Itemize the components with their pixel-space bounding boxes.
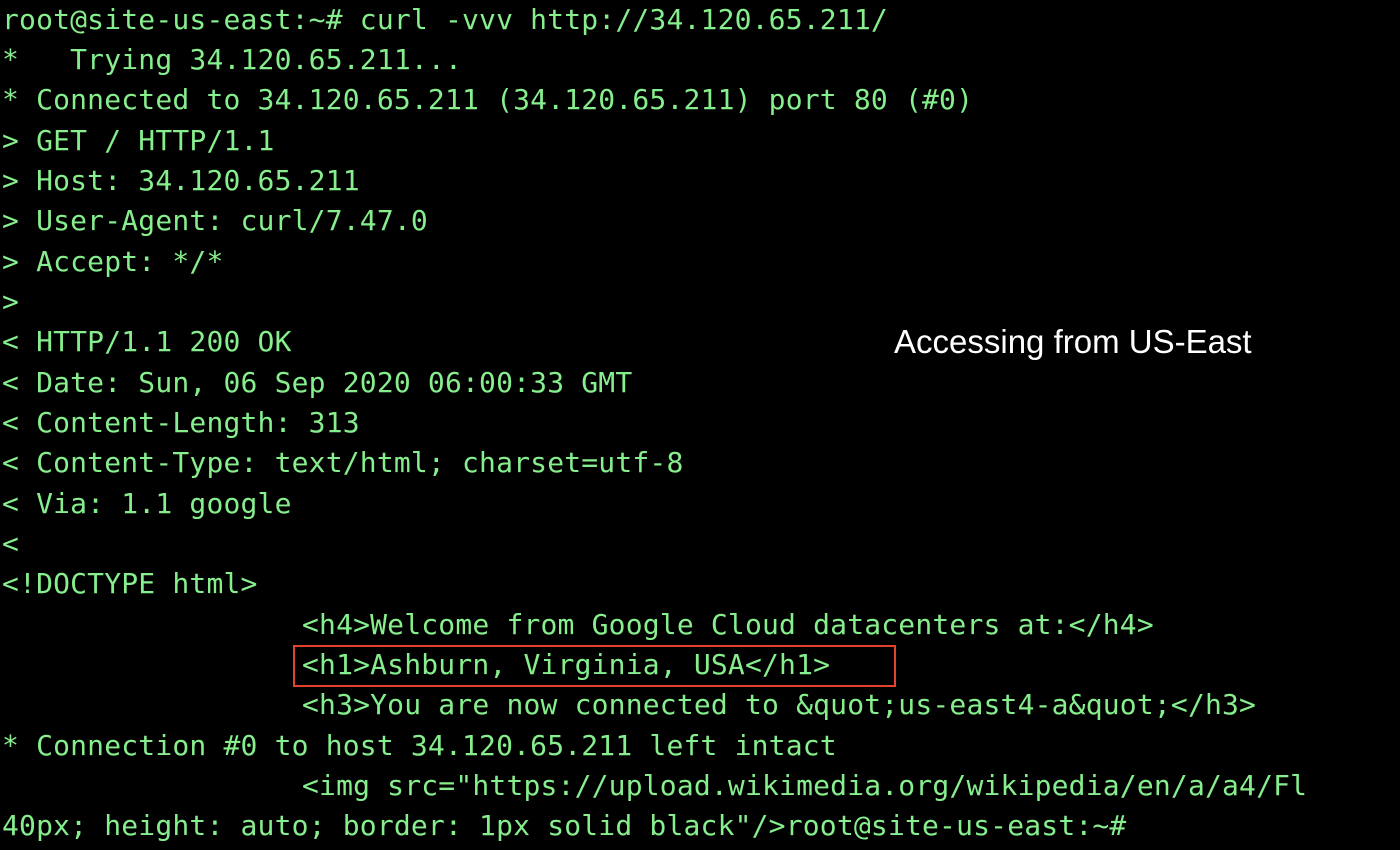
terminal-line-request-host: > Host: 34.120.65.211 — [2, 164, 360, 197]
terminal-line-response-content-length: < Content-Length: 313 — [2, 406, 360, 439]
terminal-line-request-end: > — [2, 285, 20, 318]
terminal-line-request-accept: > Accept: */* — [2, 245, 224, 278]
location-highlight-box — [293, 645, 896, 687]
terminal-line-h3: <h3>You are now connected to &quot;us-ea… — [302, 688, 1257, 721]
terminal-line-connection-left-intact: * Connection #0 to host 34.120.65.211 le… — [2, 729, 837, 762]
terminal-line-connected: * Connected to 34.120.65.211 (34.120.65.… — [2, 83, 974, 116]
terminal-line-response-status: < HTTP/1.1 200 OK — [2, 325, 292, 358]
terminal-line-response-date: < Date: Sun, 06 Sep 2020 06:00:33 GMT — [2, 366, 633, 399]
terminal-line-request-get: > GET / HTTP/1.1 — [2, 124, 275, 157]
terminal-line-img-tag: <img src="https://upload.wikimedia.org/w… — [302, 769, 1308, 802]
terminal-line-response-content-type: < Content-Type: text/html; charset=utf-8 — [2, 446, 684, 479]
terminal-line-h4: <h4>Welcome from Google Cloud datacenter… — [302, 608, 1154, 641]
annotation-label: Accessing from US-East — [894, 323, 1252, 360]
terminal-line-response-via: < Via: 1.1 google — [2, 487, 292, 520]
terminal-line-response-end: < — [2, 527, 20, 560]
terminal-line-command: root@site-us-east:~# curl -vvv http://34… — [2, 3, 888, 36]
terminal-line-prompt: 40px; height: auto; border: 1px solid bl… — [2, 809, 1127, 842]
terminal-line-doctype: <!DOCTYPE html> — [2, 567, 258, 600]
terminal-line-trying: * Trying 34.120.65.211... — [2, 43, 463, 76]
terminal-line-request-user-agent: > User-Agent: curl/7.47.0 — [2, 204, 428, 237]
terminal-window[interactable]: root@site-us-east:~# curl -vvv http://34… — [0, 0, 1400, 850]
